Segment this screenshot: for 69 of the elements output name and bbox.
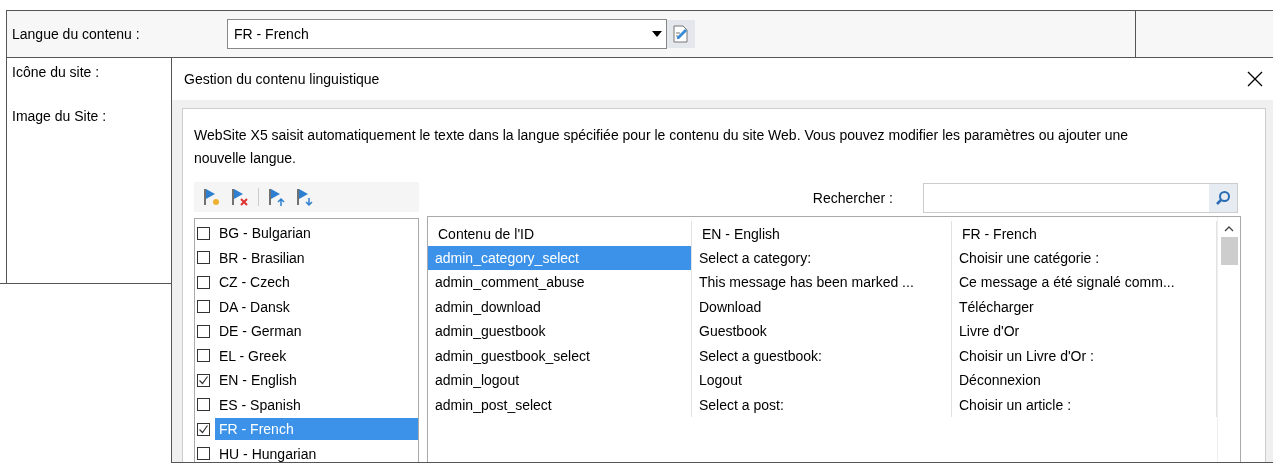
table-cell: admin_download xyxy=(428,294,692,319)
delete-flag-icon xyxy=(230,187,250,207)
dialog-title: Gestion du contenu linguistique xyxy=(184,71,380,87)
edit-document-icon xyxy=(671,24,691,44)
search-button[interactable] xyxy=(1209,184,1237,212)
field-label: Icône du site : xyxy=(11,64,100,80)
checkbox[interactable] xyxy=(197,226,210,240)
checkbox[interactable] xyxy=(197,349,210,363)
language-dropdown[interactable]: FR - French xyxy=(227,19,667,49)
language-item[interactable]: DE - German xyxy=(215,320,418,343)
table-cell: Télécharger xyxy=(952,294,1217,319)
table-cell: Choisir un article : xyxy=(952,392,1217,417)
table-cell: Select a post: xyxy=(692,392,952,417)
table-cell: admin_guestbook_select xyxy=(428,343,692,368)
close-icon xyxy=(1246,70,1264,88)
move-down-flag-button[interactable] xyxy=(295,187,315,207)
language-item[interactable]: EL - Greek xyxy=(215,344,418,367)
add-flag-icon xyxy=(202,187,222,207)
table-cell: Select a category: xyxy=(692,245,952,270)
edit-button[interactable] xyxy=(667,20,695,48)
checkbox[interactable] xyxy=(197,447,210,461)
field-label: Langue du contenu : xyxy=(11,26,141,42)
table-cell: Déconnexion xyxy=(952,368,1217,393)
table-cell: Livre d'Or xyxy=(952,319,1217,344)
checkbox[interactable] xyxy=(197,373,210,387)
checkbox[interactable] xyxy=(197,300,210,314)
move-down-flag-icon xyxy=(295,187,315,207)
scroll-thumb[interactable] xyxy=(1220,237,1238,265)
move-up-flag-icon xyxy=(267,187,287,207)
move-up-flag-button[interactable] xyxy=(267,187,287,207)
checkbox[interactable] xyxy=(197,398,210,412)
description-text: WebSite X5 saisit automatiquement le texte dans la langue spécifiée pour le contenu du site Web. Vous pouvez modifier les paramètres ou ajouter une nouvelle langue. xyxy=(194,126,1130,168)
table-cell: admin_logout xyxy=(428,368,692,393)
search-label: Rechercher : xyxy=(812,190,893,206)
table-cell: Ce message a été signalé comm... xyxy=(952,270,1217,295)
language-item[interactable]: HU - Hungarian xyxy=(215,442,418,462)
checkbox[interactable] xyxy=(197,324,210,338)
table-cell: Select a guestbook: xyxy=(692,343,952,368)
column-header[interactable]: EN - English xyxy=(692,221,952,246)
table-cell: admin_post_select xyxy=(428,392,692,417)
delete-flag-button[interactable] xyxy=(230,187,250,207)
field-label: Image du Site : xyxy=(11,108,107,124)
search-icon xyxy=(1215,190,1231,206)
table-cell: Choisir un Livre d'Or : xyxy=(952,343,1217,368)
table-cell: admin_comment_abuse xyxy=(428,270,692,295)
checkbox[interactable] xyxy=(197,422,210,436)
column-header[interactable]: FR - French xyxy=(952,221,1217,246)
checkbox[interactable] xyxy=(197,275,210,289)
table-cell: Choisir une catégorie : xyxy=(952,245,1217,270)
table-cell: admin_guestbook xyxy=(428,319,692,344)
table-cell: Download xyxy=(692,294,952,319)
language-item[interactable]: EN - English xyxy=(215,369,418,392)
table-cell: This message has been marked ... xyxy=(692,270,952,295)
scrollbar[interactable] xyxy=(1217,217,1240,462)
column-header[interactable]: Contenu de l'ID xyxy=(428,221,692,246)
checkbox[interactable] xyxy=(197,251,210,265)
table-cell: Logout xyxy=(692,368,952,393)
search-field[interactable] xyxy=(923,183,1238,213)
caret-icon xyxy=(652,31,662,37)
table-cell: Guestbook xyxy=(692,319,952,344)
language-item[interactable]: ES - Spanish xyxy=(215,393,418,416)
language-item[interactable]: CZ - Czech xyxy=(215,271,418,294)
scroll-up-icon[interactable] xyxy=(1224,225,1234,233)
add-flag-button[interactable] xyxy=(202,187,222,207)
language-item[interactable]: BG - Bulgarian xyxy=(215,222,418,245)
table-cell: admin_category_select xyxy=(428,245,692,270)
language-item[interactable]: BR - Brasilian xyxy=(215,246,418,269)
language-item[interactable]: DA - Dansk xyxy=(215,295,418,318)
close-button[interactable] xyxy=(1246,70,1264,88)
